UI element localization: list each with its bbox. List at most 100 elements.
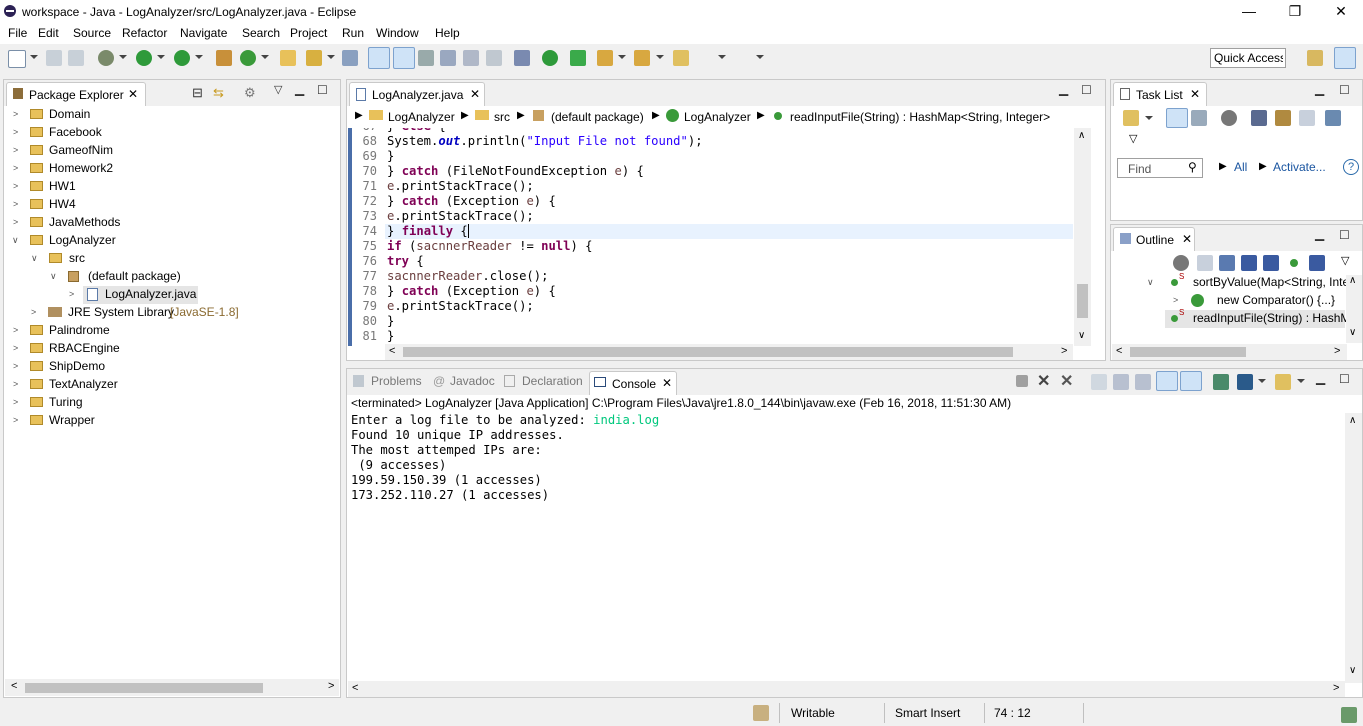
minimize-view-icon[interactable]: ▁ — [1315, 227, 1324, 241]
progress-icon[interactable] — [1341, 707, 1357, 723]
hide-static-icon[interactable] — [1263, 255, 1279, 271]
collapse-all-icon[interactable] — [1299, 110, 1315, 126]
previous-annotation-dropdown-icon[interactable] — [656, 55, 664, 59]
close-icon[interactable]: ✕ — [1182, 232, 1192, 246]
word-wrap-icon[interactable] — [440, 50, 456, 66]
open-type-icon[interactable] — [280, 50, 296, 66]
java-perspective-icon[interactable] — [1334, 47, 1356, 69]
view-menu-icon[interactable]: ▽ — [1341, 254, 1349, 267]
close-button[interactable]: ✕ — [1318, 0, 1363, 24]
outline-item[interactable]: > new Comparator() {...} — [1111, 292, 1362, 310]
show-on-stdout-icon[interactable] — [1156, 371, 1178, 391]
tab-declaration[interactable]: Declaration — [522, 374, 583, 388]
collapse-all-icon[interactable] — [1197, 255, 1213, 271]
remove-launch-icon[interactable]: ✕ — [1037, 371, 1050, 391]
scroll-right-icon[interactable]: > — [1333, 682, 1339, 694]
tab-console[interactable]: Console ✕ — [589, 371, 677, 395]
synchronize-icon[interactable] — [1275, 110, 1291, 126]
minimize-view-icon[interactable]: ▁ — [1059, 82, 1068, 96]
hide-nonpublic-icon[interactable] — [1290, 259, 1298, 267]
close-icon[interactable]: ✕ — [1190, 87, 1200, 101]
breadcrumb-package[interactable]: (default package) — [551, 110, 644, 124]
search-dropdown-icon[interactable] — [327, 55, 335, 59]
help-icon[interactable]: ? — [1343, 159, 1359, 175]
tree-item[interactable]: > HW1 — [4, 178, 340, 196]
search-tool-icon[interactable] — [306, 50, 322, 66]
toggle-mark-occurrences-icon[interactable] — [368, 47, 390, 69]
status-info-icon[interactable] — [753, 705, 769, 721]
scroll-right-icon[interactable]: > — [1061, 345, 1067, 357]
scrollbar-thumb[interactable] — [403, 347, 1013, 357]
new-icon[interactable] — [8, 50, 26, 68]
task-link-icon[interactable] — [1325, 110, 1341, 126]
display-console-dropdown-icon[interactable] — [1258, 379, 1266, 383]
maximize-view-icon[interactable]: ☐ — [1339, 83, 1350, 97]
maximize-view-icon[interactable]: ☐ — [1081, 83, 1092, 97]
scroll-up-icon[interactable]: ∧ — [1349, 415, 1356, 426]
console-horizontal-scrollbar[interactable]: < > — [348, 681, 1345, 697]
breadcrumb-src[interactable]: src — [494, 110, 510, 124]
terminate-icon[interactable] — [570, 50, 586, 66]
tree-item[interactable]: > Turing — [4, 394, 340, 412]
pin-console-icon[interactable] — [1213, 374, 1229, 390]
last-edit-icon[interactable] — [673, 50, 689, 66]
scroll-left-icon[interactable]: < — [1116, 345, 1122, 357]
task-find-input[interactable]: Find ⚲ — [1117, 158, 1203, 178]
menu-help[interactable]: Help — [435, 26, 460, 40]
tree-item[interactable]: > Homework2 — [4, 160, 340, 178]
resume-icon[interactable] — [542, 50, 558, 66]
view-menu-icon[interactable]: ▽ — [274, 83, 282, 96]
editor-vertical-scrollbar[interactable]: ∧ ∨ — [1074, 128, 1091, 346]
scroll-left-icon[interactable]: < — [389, 345, 395, 357]
console-output[interactable]: Enter a log file to be analyzed: india.l… — [348, 413, 1345, 683]
minimize-view-icon[interactable]: ▁ — [295, 82, 304, 96]
scroll-left-icon[interactable]: < — [11, 680, 17, 692]
back-dropdown-icon[interactable] — [718, 55, 726, 59]
view-menu-icon[interactable]: ▽ — [1129, 132, 1137, 145]
filters-icon[interactable]: ⚙ — [244, 85, 256, 101]
horizontal-scrollbar[interactable]: < > — [5, 679, 339, 696]
show-whitespace-icon[interactable] — [463, 50, 479, 66]
categorized-icon[interactable] — [1166, 108, 1188, 128]
restore-button[interactable]: ❐ — [1272, 0, 1318, 24]
save-icon[interactable] — [46, 50, 62, 66]
show-on-stderr-icon[interactable] — [1180, 371, 1202, 391]
breadcrumb-class[interactable]: LogAnalyzer — [684, 110, 751, 124]
tab-loganalyzer-java[interactable]: LogAnalyzer.java ✕ — [349, 82, 485, 106]
hide-local-types-icon[interactable] — [1309, 255, 1325, 271]
open-console-icon[interactable] — [1275, 374, 1291, 390]
coverage-dropdown-icon[interactable] — [195, 55, 203, 59]
new-dropdown-icon[interactable] — [30, 55, 38, 59]
run-icon[interactable] — [136, 50, 152, 66]
tree-item[interactable]: > RBACEngine — [4, 340, 340, 358]
menu-source[interactable]: Source — [73, 26, 111, 40]
next-annotation-dropdown-icon[interactable] — [618, 55, 626, 59]
new-java-project-icon[interactable] — [216, 50, 232, 66]
scroll-down-icon[interactable]: ∨ — [1349, 665, 1356, 676]
minimize-view-icon[interactable]: ▁ — [1316, 371, 1325, 385]
tree-item[interactable]: > HW4 — [4, 196, 340, 214]
tree-item[interactable]: > JavaMethods — [4, 214, 340, 232]
toggle-highlight-icon[interactable] — [393, 47, 415, 69]
new-class-dropdown-icon[interactable] — [261, 55, 269, 59]
menu-project[interactable]: Project — [290, 26, 327, 40]
console-vertical-scrollbar[interactable]: ∧ ∨ — [1345, 413, 1362, 683]
tab-task-list[interactable]: Task List ✕ — [1113, 82, 1207, 106]
tree-item[interactable]: > Wrapper — [4, 412, 340, 430]
coverage-icon[interactable] — [174, 50, 190, 66]
scroll-right-icon[interactable]: > — [1334, 345, 1340, 357]
close-icon[interactable]: ✕ — [662, 376, 672, 390]
maximize-view-icon[interactable]: ☐ — [1339, 228, 1350, 242]
remove-all-launches-icon[interactable]: ✕ — [1060, 371, 1073, 391]
tree-item-expanded[interactable]: ∨ LogAnalyzer — [4, 232, 340, 250]
hide-fields-icon[interactable] — [1241, 255, 1257, 271]
scroll-down-icon[interactable]: ∨ — [1078, 330, 1085, 341]
paragraph-icon[interactable] — [486, 50, 502, 66]
scroll-left-icon[interactable]: < — [352, 682, 358, 694]
menu-edit[interactable]: Edit — [38, 26, 59, 40]
close-icon[interactable]: ✕ — [470, 87, 480, 101]
scrollbar-thumb[interactable] — [25, 683, 263, 693]
outline-vertical-scrollbar[interactable]: ∧ ∨ — [1346, 275, 1362, 343]
debug-icon[interactable] — [98, 50, 114, 66]
tree-item[interactable]: > ShipDemo — [4, 358, 340, 376]
